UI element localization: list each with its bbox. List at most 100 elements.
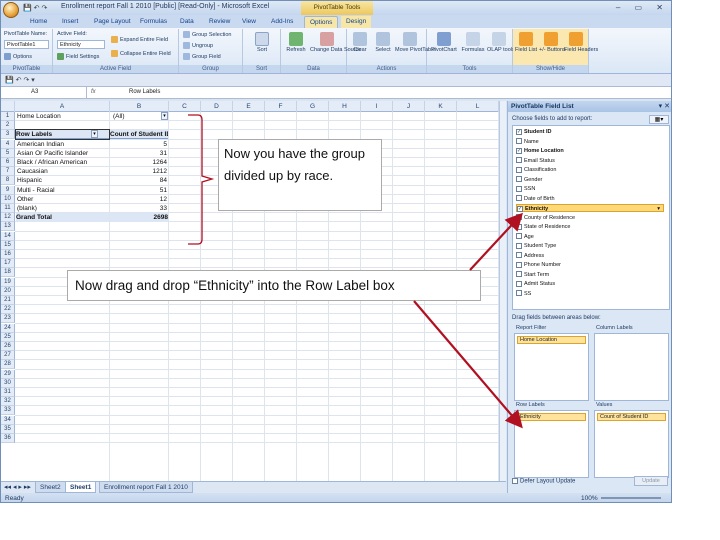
options-button[interactable]: Options [4,53,32,60]
filter-field-cell[interactable]: Home Location [17,112,109,121]
tab-data[interactable]: Data [175,16,199,28]
select-button[interactable]: Select [372,32,394,53]
field-item[interactable]: ✓ Student ID [516,128,552,136]
row-header-27[interactable]: 27 [1,351,15,361]
layout-dropdown-icon[interactable]: ▦▾ [649,115,669,124]
collapse-field-button[interactable]: Collapse Entire Field [111,50,171,57]
pivot-row-label[interactable]: Caucasian [17,167,109,176]
pivot-row-value[interactable]: 1264 [110,158,167,167]
pivot-row-value[interactable]: 12 [110,195,167,204]
formula-input[interactable]: Row Labels [129,87,160,99]
row-header-33[interactable]: 33 [1,406,15,416]
row-header-18[interactable]: 18 [1,268,15,278]
field-checkbox[interactable] [516,185,522,192]
group-field-button[interactable]: Group Field [183,53,221,60]
change-data-source-button[interactable]: Change Data Source [310,32,361,53]
field-checkbox[interactable] [516,176,522,183]
values-chip[interactable]: Count of Student ID [597,413,666,421]
row-labels-area[interactable]: Ethnicity [514,410,589,478]
field-checkbox[interactable] [516,195,522,202]
field-item[interactable]: Date of Birth [516,195,555,203]
row-header-4[interactable]: 4 [1,139,15,149]
pivottable-name-input[interactable]: PivotTable1 [4,40,49,49]
tab-options[interactable]: Options [304,16,339,28]
expand-field-button[interactable]: Expand Entire Field [111,36,168,43]
column-header-a[interactable]: A [15,101,110,112]
row-header-36[interactable]: 36 [1,434,15,443]
row-header-35[interactable]: 35 [1,424,15,434]
pivot-row-value[interactable]: 33 [110,204,167,213]
field-checkbox[interactable] [516,233,522,240]
row-header-12[interactable]: 12 [1,213,15,223]
report-filter-chip[interactable]: Home Location [517,336,586,344]
tab-add-ins[interactable]: Add-Ins [266,16,298,28]
fx-icon[interactable]: fx [91,87,121,99]
field-item[interactable]: State of Residence [516,223,570,231]
formulas-button[interactable]: Formulas [460,32,486,53]
column-header-j[interactable]: J [393,101,425,112]
column-header-f[interactable]: F [265,101,297,112]
field-checkbox[interactable] [516,280,522,287]
update-button[interactable]: Update [634,476,668,486]
field-item[interactable]: SSN [516,185,535,193]
row-header-24[interactable]: 24 [1,323,15,333]
field-checkbox[interactable] [516,138,522,145]
column-header-d[interactable]: D [201,101,233,112]
sheet-tab-sheet1[interactable]: Sheet1 [65,482,97,493]
row-header-26[interactable]: 26 [1,342,15,351]
move-pivottable-button[interactable]: Move PivotTable [395,32,435,53]
pivot-row-value[interactable]: 5 [110,140,167,149]
active-field-input[interactable]: Ethnicity [57,40,105,49]
ungroup-button[interactable]: Ungroup [183,42,213,49]
save-icon[interactable]: 💾 ↶ ↷ ▾ [5,76,35,84]
pivotchart-button[interactable]: PivotChart [429,32,459,53]
row-header-14[interactable]: 14 [1,231,15,241]
group-selection-button[interactable]: Group Selection [183,31,231,38]
field-item[interactable]: Age [516,233,534,241]
field-checkbox[interactable] [516,271,522,278]
row-header-8[interactable]: 8 [1,176,15,186]
column-header-k[interactable]: K [425,101,457,112]
refresh-button[interactable]: Refresh [283,32,309,53]
field-checkbox[interactable]: ✓ [517,205,523,212]
column-header-e[interactable]: E [233,101,265,112]
office-button-icon[interactable] [3,2,19,18]
row-header-13[interactable]: 13 [1,222,15,232]
row-header-10[interactable]: 10 [1,194,15,204]
row-header-20[interactable]: 20 [1,286,15,296]
field-item[interactable]: Admit Status [516,280,555,288]
field-item[interactable]: SS [516,290,531,298]
vertical-scrollbar[interactable] [499,101,506,481]
field-item[interactable]: Email Status [516,157,555,165]
field-checkbox[interactable] [516,214,522,221]
field-headers-button[interactable]: Field Headers [564,32,598,53]
column-header-g[interactable]: G [297,101,329,112]
zoom-level[interactable]: 100% [581,493,598,502]
pivot-row-label[interactable]: (blank) [17,204,109,213]
field-checkbox[interactable] [516,157,522,164]
field-dropdown-icon[interactable]: ▾ [657,205,660,213]
tab-review[interactable]: Review [204,16,235,28]
row-header-32[interactable]: 32 [1,397,15,407]
pivot-row-label[interactable]: Other [17,195,109,204]
quick-access-toolbar[interactable]: 💾 ↶ ↷ ▾ [1,74,671,87]
field-checkbox[interactable] [516,242,522,249]
row-header-17[interactable]: 17 [1,259,15,269]
field-checkbox[interactable] [516,223,522,230]
defer-checkbox[interactable] [512,478,518,484]
sort-button[interactable]: Sort [247,32,277,53]
pivot-row-label[interactable]: Asian Or Pacific Islander [17,149,109,158]
field-checkbox[interactable] [516,290,522,297]
row-header-21[interactable]: 21 [1,296,15,305]
field-list[interactable]: ✓ Student ID Name ✓ Home Location Email Statu… [512,125,670,310]
column-header-h[interactable]: H [329,101,361,112]
row-header-28[interactable]: 28 [1,360,15,370]
grand-total-label[interactable]: Grand Total [16,213,109,223]
field-checkbox[interactable] [516,252,522,259]
column-header-b[interactable]: B [110,101,169,112]
row-header-16[interactable]: 16 [1,250,15,259]
row-header-19[interactable]: 19 [1,277,15,287]
row-labels-dropdown-icon[interactable]: ▾ [91,130,98,139]
row-header-25[interactable]: 25 [1,332,15,342]
olap-tools-button[interactable]: OLAP tools [487,32,515,53]
